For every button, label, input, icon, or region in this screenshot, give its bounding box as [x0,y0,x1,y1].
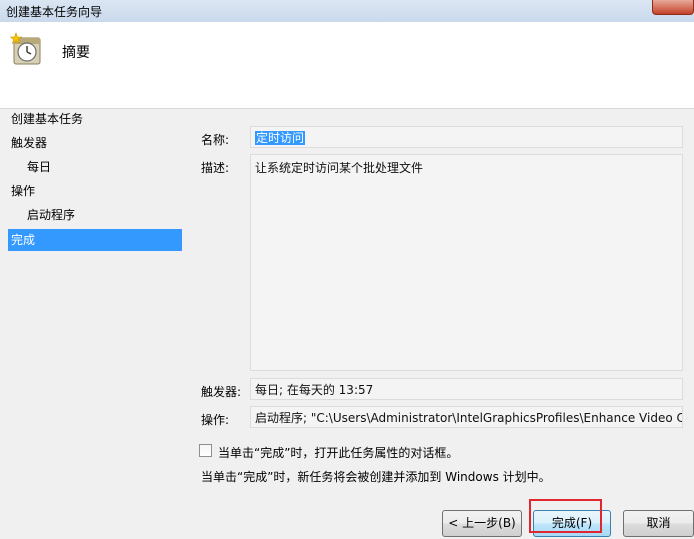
trigger-field: 每日; 在每天的 13:57 [250,378,683,400]
nav-item-action: 操作 [11,184,36,198]
clock-task-icon [10,32,41,65]
nav-item-create-basic-task: 创建基本任务 [11,112,84,126]
back-button[interactable]: < 上一步(B) [442,510,522,537]
info-text: 当单击“完成”时，新任务将会被创建并添加到 Windows 计划中。 [201,470,551,484]
description-label: 描述: [201,161,230,175]
window-title: 创建基本任务向导 [6,5,103,19]
nav-item-trigger: 触发器 [11,136,48,150]
description-field[interactable]: 让系统定时访问某个批处理文件 [250,154,683,371]
cancel-button[interactable]: 取消 [623,510,694,537]
open-properties-checkbox[interactable] [199,444,212,457]
close-button[interactable] [652,0,694,15]
name-field[interactable]: 定时访问 [250,126,683,148]
finish-button[interactable]: 完成(F) [533,510,611,537]
nav-item-start-program: 启动程序 [27,208,76,222]
open-properties-label[interactable]: 当单击“完成”时，打开此任务属性的对话框。 [218,444,458,461]
title-bar: 创建基本任务向导 [0,0,694,23]
action-label: 操作: [201,413,230,427]
wizard-header: 摘要 [0,22,694,109]
name-value: 定时访问 [255,131,306,145]
name-label: 名称: [201,133,230,147]
nav-item-finish: 完成 [8,229,182,251]
action-field: 启动程序; "C:\Users\Administrator\IntelGraph… [250,406,683,428]
wizard-nav: 创建基本任务 触发器 每日 操作 启动程序 完成 [8,109,182,251]
nav-item-daily: 每日 [27,160,52,174]
trigger-label: 触发器: [201,385,242,399]
page-title: 摘要 [62,45,90,61]
